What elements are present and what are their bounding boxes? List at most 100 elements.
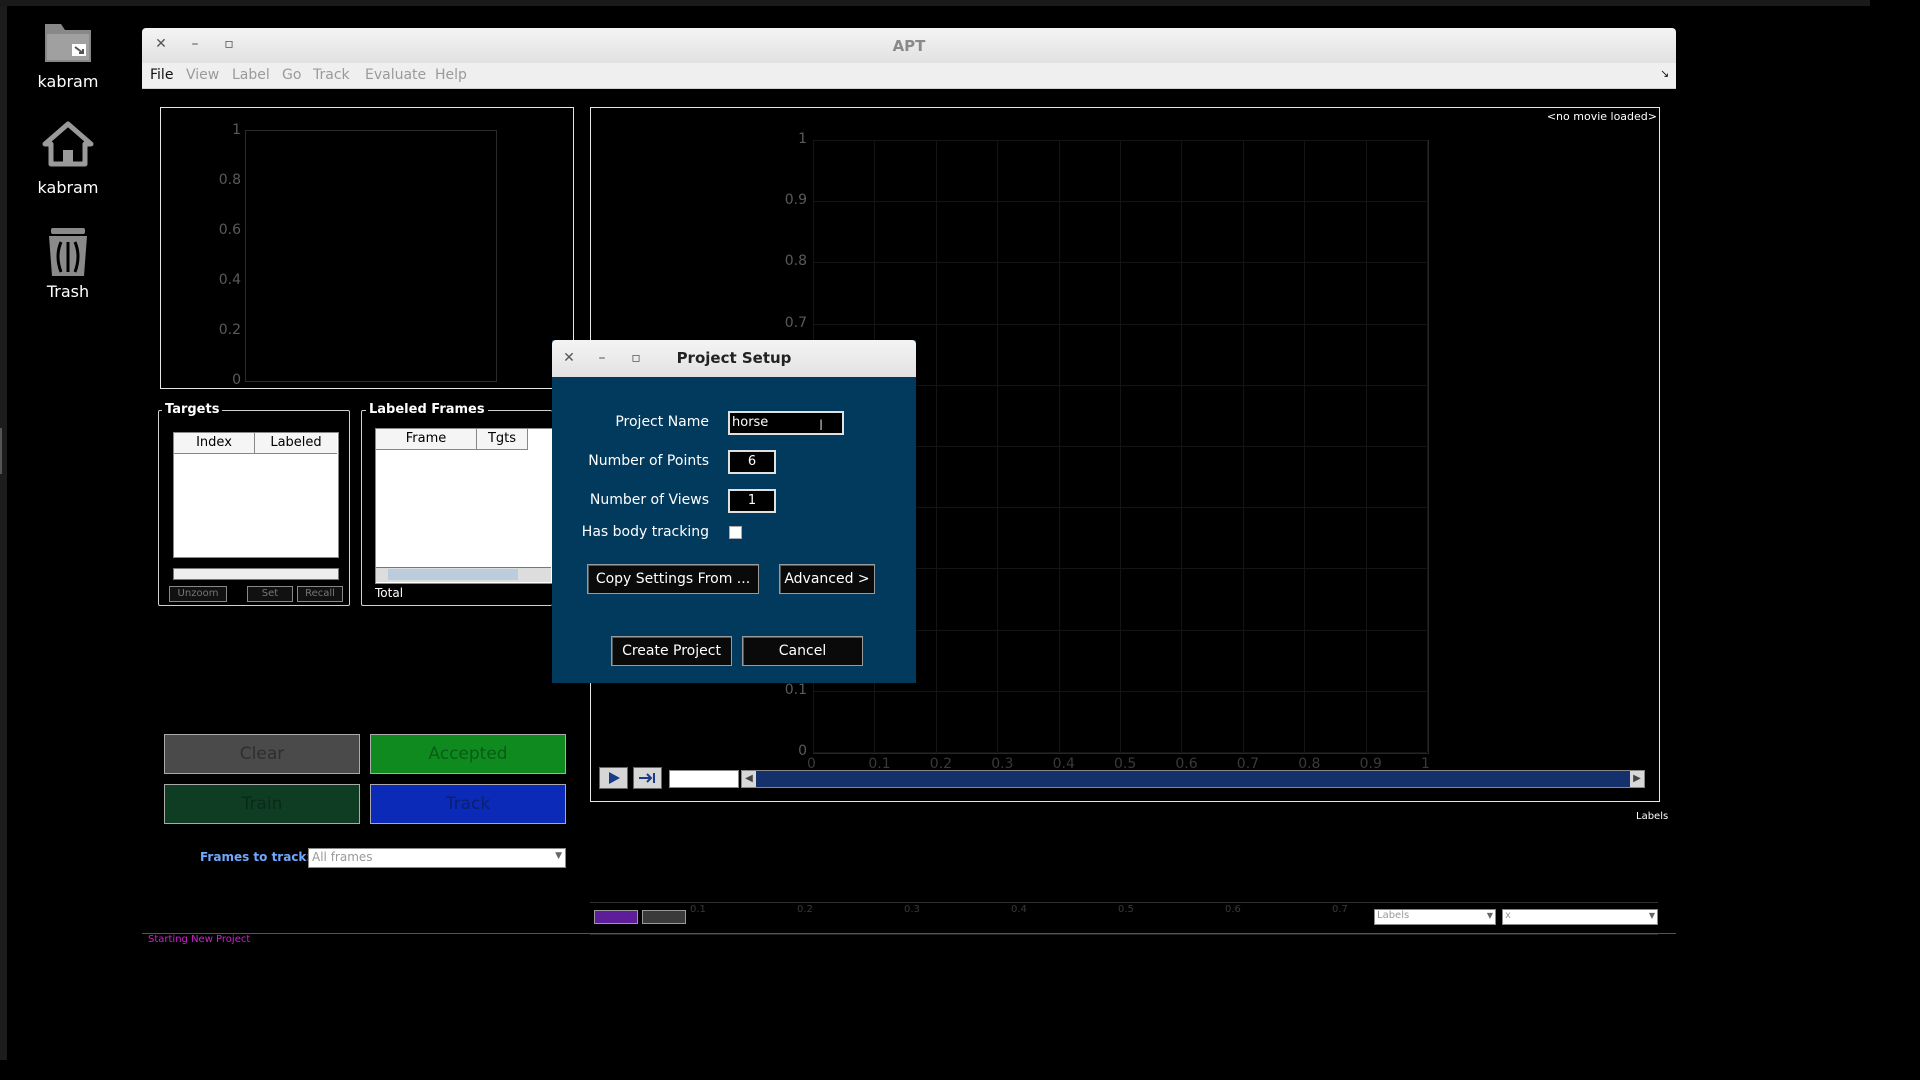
grid-line — [1058, 140, 1060, 752]
timeline-xtick-label: 0.1 — [690, 904, 706, 915]
project-setup-dialog: ✕ – ▫ Project Setup Project Name horse I… — [552, 340, 916, 683]
timeline-xtick-label: 0.3 — [904, 904, 920, 915]
targets-scrollbar[interactable] — [173, 568, 339, 580]
labeled-frames-title: Labeled Frames — [366, 402, 488, 417]
timeline-x-axis — [590, 902, 1658, 903]
slider-left-arrow[interactable]: ◀ — [742, 771, 756, 787]
track-button[interactable]: Track — [370, 784, 566, 824]
frames-to-track-select[interactable]: All frames ▼ — [308, 848, 566, 868]
frames-to-track-label: Frames to track: — [200, 850, 312, 864]
timeline-xtick-label: 0.4 — [1011, 904, 1027, 915]
targets-column-index[interactable]: Index — [174, 433, 255, 454]
ytick-label: 1 — [798, 131, 807, 147]
timeline-labels-text: Labels — [1636, 811, 1669, 822]
status-bar-line — [142, 933, 1676, 934]
timeline-dropdown-2[interactable]: x ▼ — [1502, 909, 1658, 925]
targets-table[interactable]: Index Labeled — [173, 432, 339, 558]
timeline-xtick-label: 0.6 — [1225, 904, 1241, 915]
desktop-icon-label: kabram — [37, 178, 99, 197]
play-to-end-button[interactable] — [633, 767, 662, 789]
folder-icon — [39, 14, 97, 72]
recall-button[interactable]: Recall — [297, 586, 343, 602]
menu-help[interactable]: Help — [435, 67, 467, 83]
targets-title: Targets — [162, 402, 223, 417]
cancel-button[interactable]: Cancel — [742, 636, 863, 666]
play-button[interactable] — [599, 767, 628, 789]
timeline-dropdown-1[interactable]: Labels ▼ — [1374, 909, 1496, 925]
dialog-titlebar: ✕ – ▫ Project Setup — [552, 340, 916, 377]
chevron-down-icon: ▼ — [555, 851, 562, 861]
grid-line — [813, 752, 1427, 753]
timeline-btn-1[interactable] — [594, 910, 638, 924]
labeled-frames-group: Frame Tgts Total — [361, 410, 554, 606]
project-name-input[interactable]: horse — [728, 411, 844, 435]
create-project-button[interactable]: Create Project — [611, 636, 732, 666]
menu-view[interactable]: View — [186, 67, 219, 83]
side-axes-box — [245, 130, 497, 382]
scrollbar-thumb[interactable] — [388, 569, 518, 580]
grid-line — [935, 140, 937, 752]
chevron-down-icon: ▼ — [1648, 911, 1655, 920]
labeled-frames-total: Total — [375, 586, 404, 600]
left-edge-marker — [0, 428, 2, 474]
num-views-label: Number of Views — [589, 492, 709, 508]
targets-group: Index Labeled Unzoom Set Recall — [158, 410, 350, 606]
num-points-input[interactable]: 6 — [728, 450, 776, 474]
desktop-icon-trash[interactable]: Trash — [20, 224, 116, 301]
ytick-label: 0.6 — [218, 222, 241, 238]
ytick-label: 0 — [232, 372, 241, 388]
accepted-button[interactable]: Accepted — [370, 734, 566, 774]
labeled-frames-scrollbar[interactable] — [376, 567, 551, 582]
targets-column-labeled[interactable]: Labeled — [255, 433, 337, 454]
window-titlebar: ✕ – ▫ APT — [142, 28, 1676, 63]
movie-status: <no movie loaded> — [1546, 110, 1657, 123]
grid-line — [1304, 140, 1306, 752]
desktop-icon-home-folder[interactable]: kabram — [20, 14, 116, 91]
frame-number-field[interactable] — [669, 770, 739, 788]
menu-label[interactable]: Label — [232, 67, 270, 83]
ytick-label: 0.2 — [218, 322, 241, 338]
home-icon — [39, 120, 97, 178]
menubar-corner-icon[interactable]: ↘ — [1660, 67, 1669, 80]
ytick-label: 0.9 — [784, 192, 807, 209]
left-edge — [0, 6, 7, 1060]
frames-to-track-value: All frames — [312, 850, 373, 864]
grid-line — [1242, 140, 1244, 752]
grid-line — [997, 140, 999, 752]
desktop-icon-label: Trash — [46, 282, 90, 301]
ytick-label: 0.7 — [784, 314, 807, 331]
labeled-frames-table[interactable]: Frame Tgts — [375, 428, 554, 584]
side-view-panel[interactable]: 1 0.8 0.6 0.4 0.2 0 — [160, 107, 574, 389]
ytick-label: 0.1 — [784, 681, 807, 698]
timeline-dropdown-1-value: Labels — [1377, 910, 1410, 921]
timeline-axes: 0.1 0.2 0.3 0.4 0.5 0.6 0.7 Labels ▼ x ▼ — [590, 828, 1658, 935]
menu-file[interactable]: File — [150, 67, 173, 83]
menubar: File View Label Go Track Evaluate Help ↘ — [142, 63, 1676, 89]
set-button[interactable]: Set — [247, 586, 293, 602]
ytick-label: 0 — [798, 743, 807, 759]
menu-go[interactable]: Go — [282, 67, 301, 83]
menu-track[interactable]: Track — [313, 67, 350, 83]
advanced-button[interactable]: Advanced > — [779, 564, 875, 594]
top-panel — [0, 0, 1870, 6]
frame-slider[interactable]: ◀ ▶ — [741, 770, 1645, 788]
train-button[interactable]: Train — [164, 784, 360, 824]
text-cursor-icon: I — [819, 418, 824, 434]
ytick-label: 0.4 — [218, 272, 241, 288]
slider-right-arrow[interactable]: ▶ — [1630, 771, 1644, 787]
labeled-frames-column-tgts[interactable]: Tgts — [477, 429, 528, 450]
timeline-btn-2[interactable] — [642, 910, 686, 924]
clear-button[interactable]: Clear — [164, 734, 360, 774]
num-views-input[interactable]: 1 — [728, 489, 776, 513]
play-icon — [609, 772, 620, 784]
menu-evaluate[interactable]: Evaluate — [365, 67, 426, 83]
ytick-label: 0.8 — [784, 253, 807, 270]
desktop-icon-home[interactable]: kabram — [20, 120, 116, 197]
body-tracking-checkbox[interactable] — [729, 526, 742, 539]
unzoom-button[interactable]: Unzoom — [169, 586, 227, 602]
trash-icon — [39, 224, 97, 282]
desktop-icon-label: kabram — [37, 72, 99, 91]
labeled-frames-column-frame[interactable]: Frame — [376, 429, 477, 450]
ytick-label: 0.8 — [218, 172, 241, 188]
copy-settings-button[interactable]: Copy Settings From ... — [587, 564, 759, 594]
